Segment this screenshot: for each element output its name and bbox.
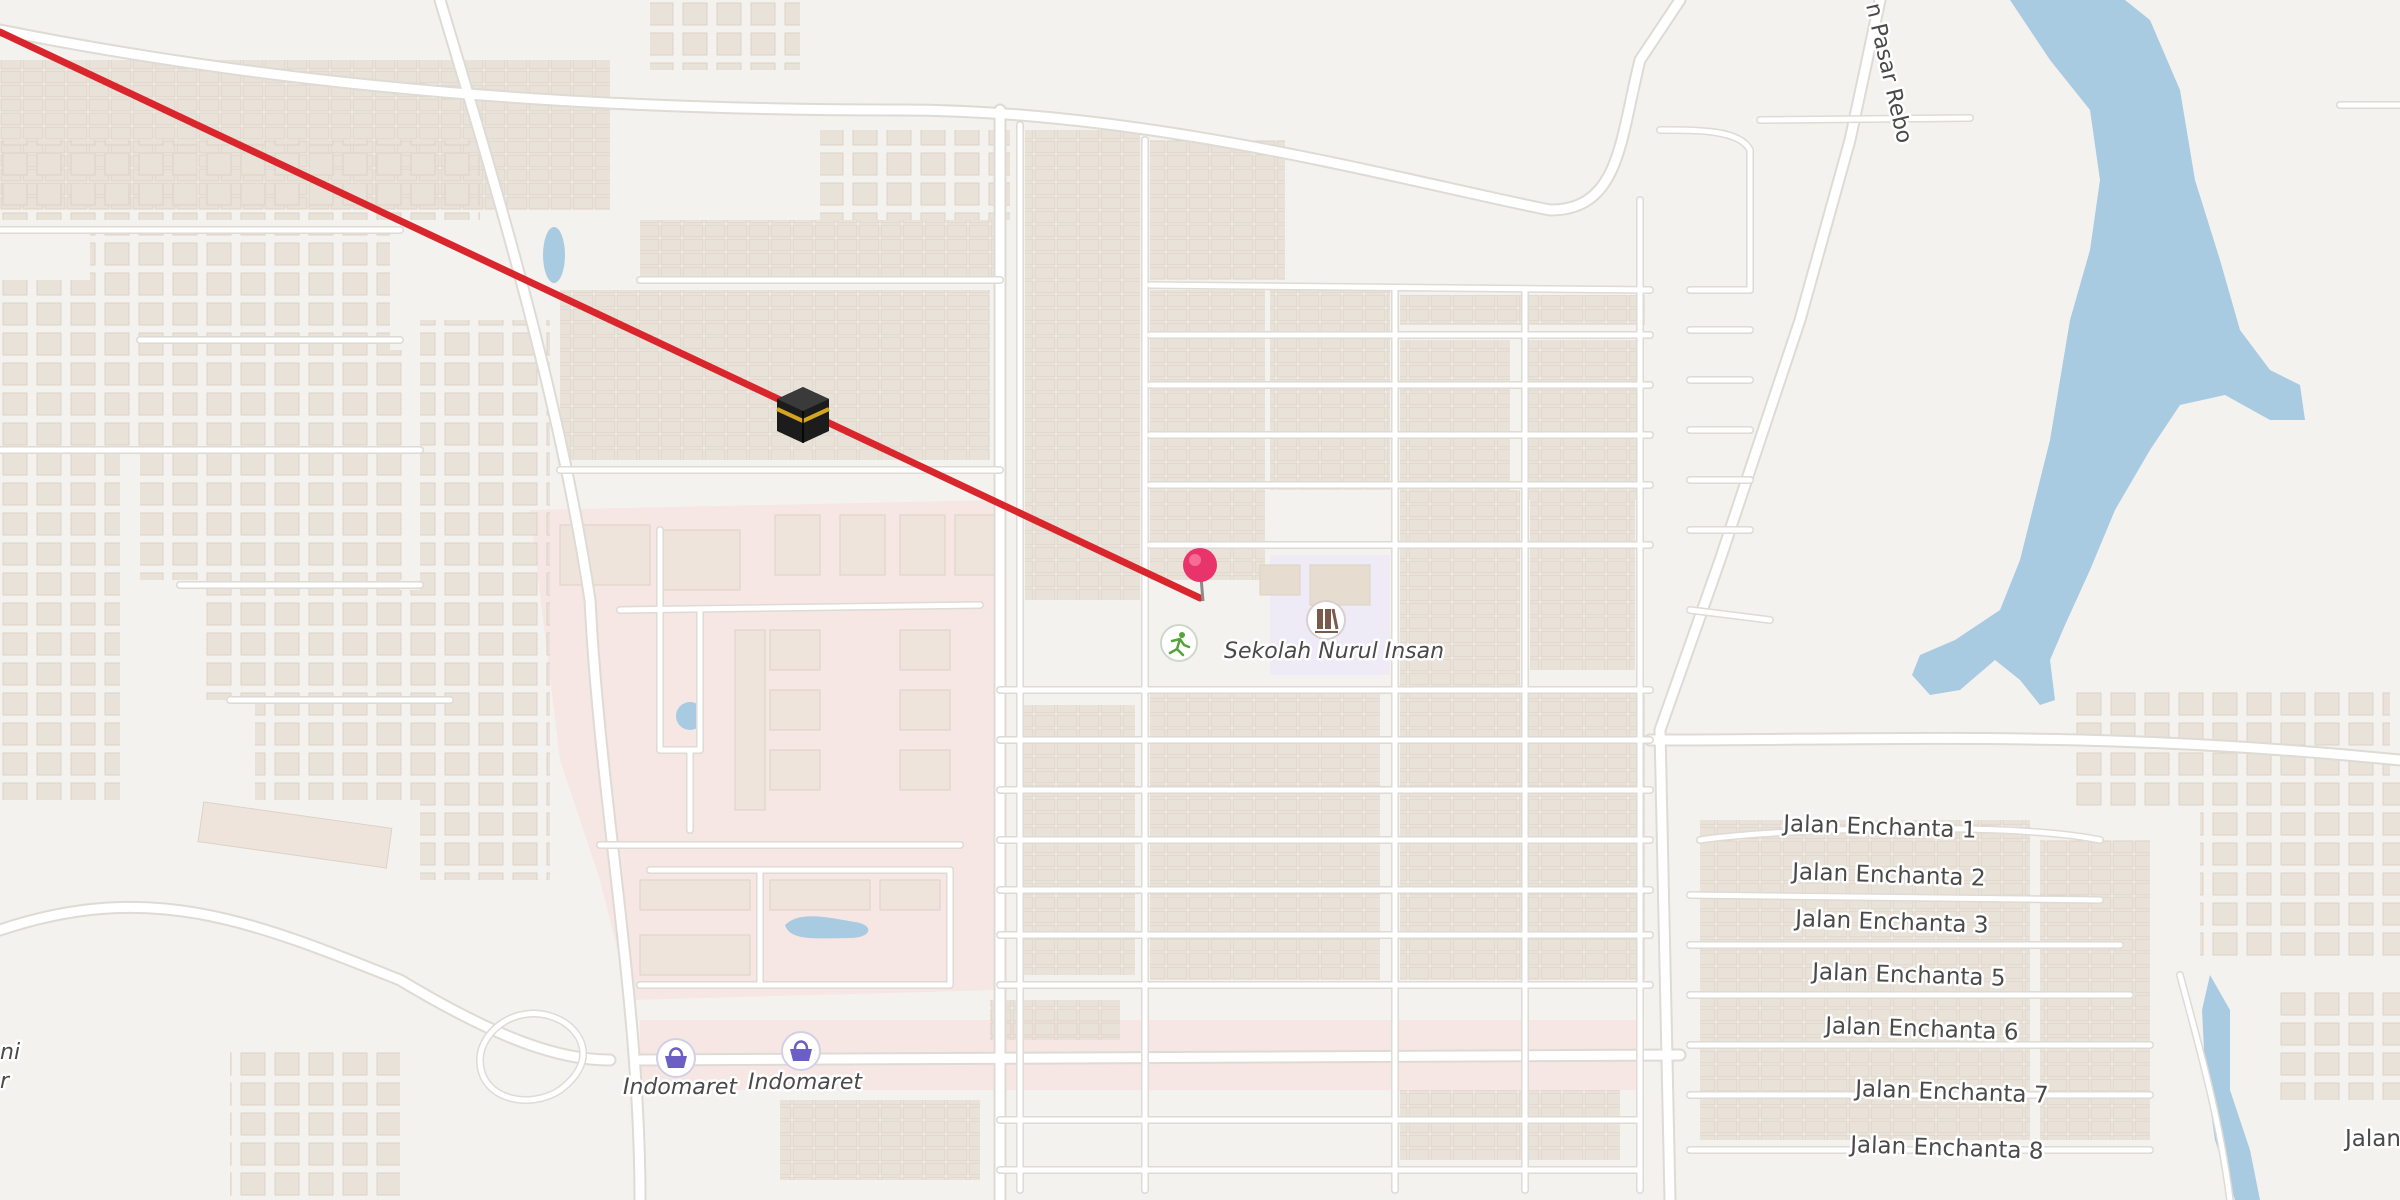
school-icon[interactable] bbox=[1306, 600, 1346, 640]
poi-label[interactable]: Indomaret bbox=[746, 1068, 866, 1098]
poi-label[interactable]: Sekolah Nurul Insan bbox=[1222, 637, 1447, 667]
shopping-basket-icon[interactable] bbox=[781, 1031, 821, 1071]
street-label: Jalan bbox=[2343, 1126, 2400, 1152]
map-canvas[interactable]: Sekolah Nurul Insan Indomaret Indomaret … bbox=[0, 0, 2400, 1200]
edge-label-fragment: ni bbox=[0, 1040, 20, 1065]
shopping-basket-icon[interactable] bbox=[656, 1038, 696, 1078]
sports-icon[interactable] bbox=[1160, 624, 1198, 662]
map-svg: Sekolah Nurul Insan Indomaret Indomaret … bbox=[0, 0, 2400, 1200]
poi-label[interactable]: Indomaret bbox=[621, 1073, 741, 1103]
pond bbox=[543, 227, 565, 283]
